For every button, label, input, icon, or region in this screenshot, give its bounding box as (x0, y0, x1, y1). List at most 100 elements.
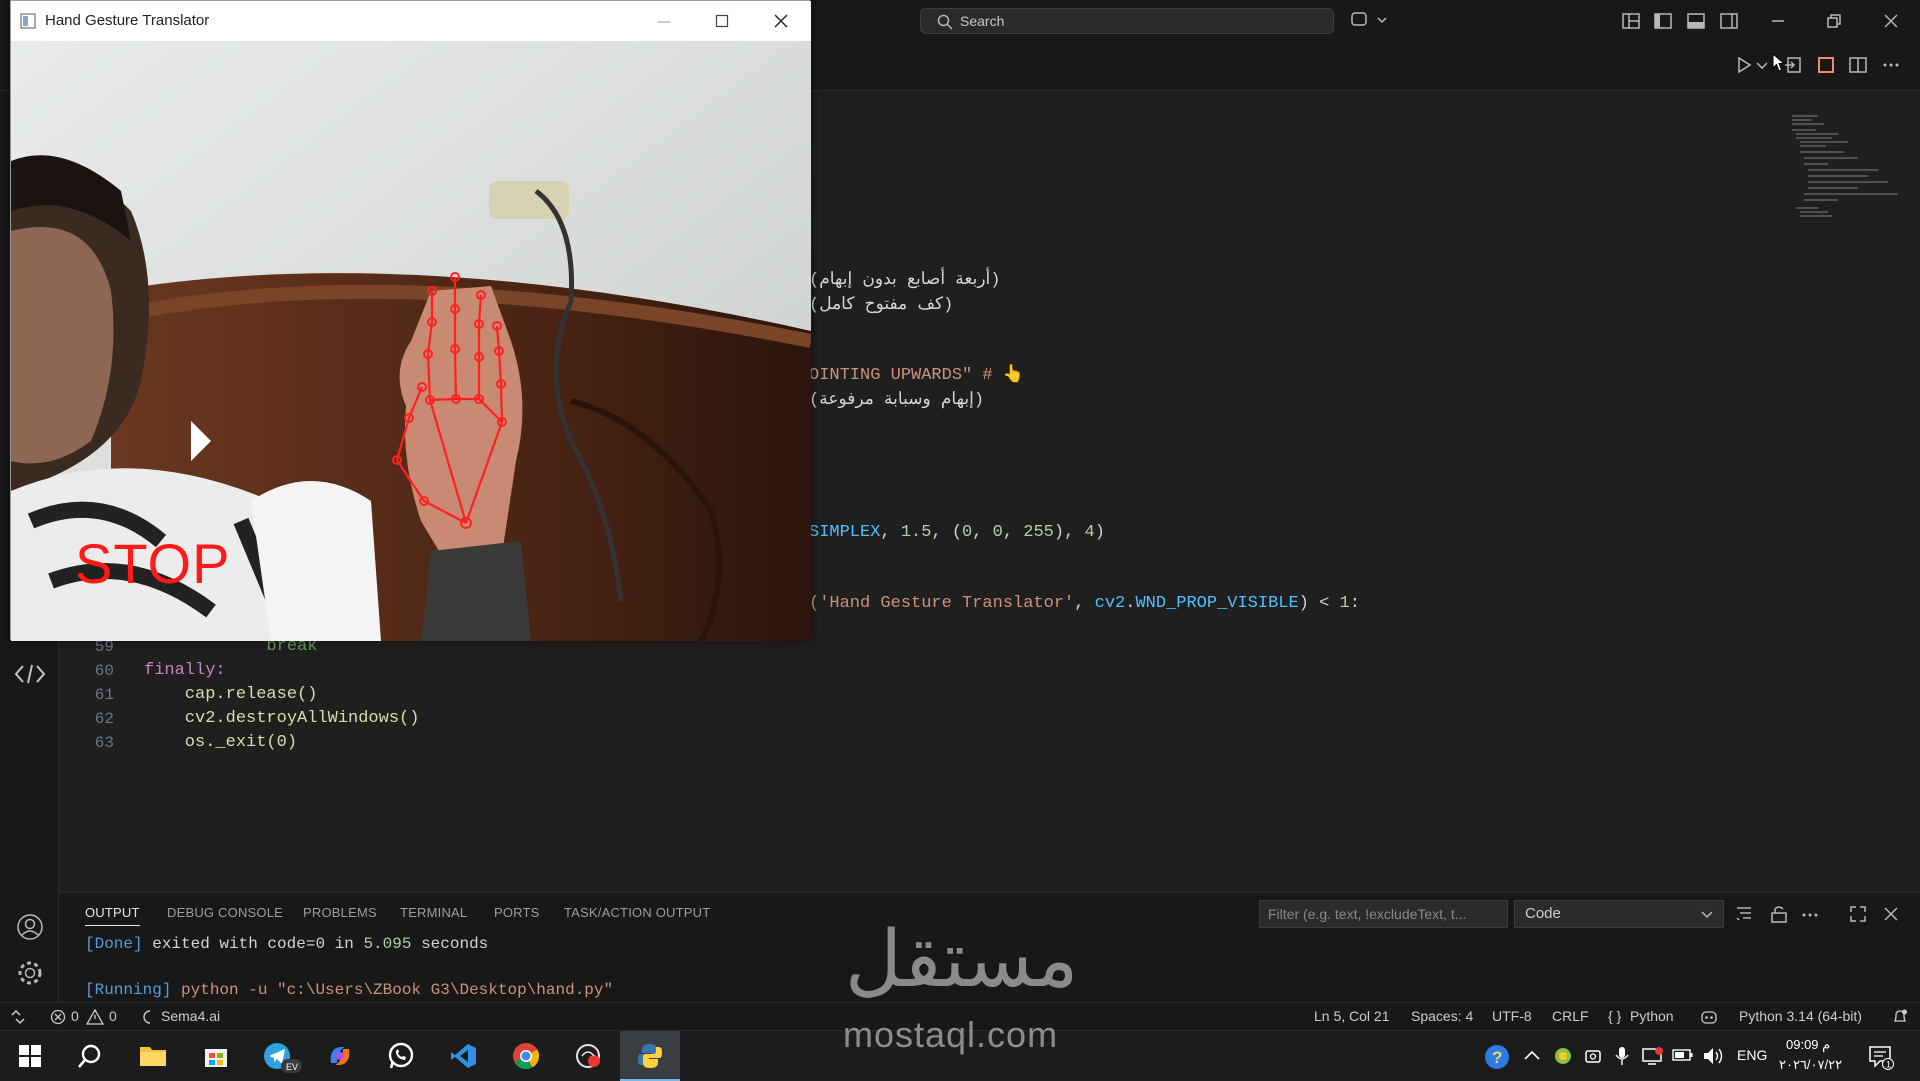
end-of-line[interactable]: CRLF (1552, 1008, 1589, 1024)
toggle-primary-sidebar-icon[interactable] (1654, 12, 1672, 30)
camera-close-icon[interactable] (774, 14, 788, 28)
folder-icon (140, 1047, 166, 1066)
remote-indicator-icon[interactable] (10, 1009, 26, 1025)
battery-icon[interactable] (1672, 1048, 1694, 1062)
search-icon (78, 1044, 101, 1068)
clock-time[interactable]: 09:09 م (1786, 1037, 1830, 1053)
output-line-running: [Running] python -u "c:\Users\ZBook G3\D… (85, 981, 614, 999)
copilot-icon[interactable] (1350, 10, 1388, 30)
panel-more-icon[interactable] (1801, 912, 1819, 918)
tab-task-action-output[interactable]: TASK/ACTION OUTPUT (564, 905, 710, 920)
braces-icon: { } (1608, 1008, 1622, 1024)
tab-output[interactable]: OUTPUT (85, 905, 140, 926)
customize-layout-icon[interactable] (1622, 12, 1640, 30)
vscode-icon (451, 1044, 476, 1068)
loading-spinner-icon (143, 1010, 151, 1024)
copilot-app-button[interactable] (316, 1031, 364, 1081)
lock-scroll-icon[interactable] (1769, 904, 1789, 924)
restore-icon[interactable] (1826, 13, 1842, 29)
indentation[interactable]: Spaces: 4 (1411, 1008, 1473, 1024)
help-icon[interactable]: ? (1484, 1044, 1510, 1070)
output-channel-select[interactable]: Code (1514, 900, 1724, 928)
minimap-preview (1792, 115, 1898, 217)
windows-logo-icon (19, 1045, 41, 1067)
hand-gesture-window[interactable]: Hand Gesture Translator STOP (10, 0, 811, 641)
run-python-file-icon[interactable] (1736, 56, 1752, 74)
code-fragment-arabic-3: (إبهام وسبابة مرفوعة) (809, 391, 985, 410)
output-filter-input[interactable]: Filter (e.g. text, !excludeText, t... (1259, 900, 1508, 928)
output-line-done: [Done] exited with code=0 in 5.095 secon… (85, 935, 489, 953)
more-actions-icon[interactable] (1882, 61, 1900, 69)
tab-debug-console[interactable]: DEBUG CONSOLE (167, 905, 283, 920)
code-fragment-arabic-2: (كف مفتوح كامل) (809, 296, 954, 315)
start-button[interactable] (6, 1031, 54, 1081)
svg-text:?: ? (1492, 1048, 1502, 1067)
camera-maximize-icon[interactable] (715, 14, 729, 28)
python-icon (638, 1044, 662, 1068)
python-app-button[interactable] (620, 1031, 680, 1081)
tab-ports[interactable]: PORTS (494, 905, 540, 920)
minimize-icon[interactable] (1770, 13, 1786, 29)
maximize-panel-icon[interactable] (1849, 905, 1867, 923)
whatsapp-icon (388, 1042, 414, 1069)
cursor-position[interactable]: Ln 5, Col 21 (1314, 1008, 1390, 1024)
code-view-icon[interactable] (14, 662, 46, 686)
chevron-down-icon (1701, 911, 1713, 919)
file-explorer-button[interactable] (129, 1031, 177, 1081)
clock-date[interactable]: ٢٠٢٦/٠٧/٢٢ (1779, 1057, 1842, 1073)
webcam-feed: STOP (11, 41, 811, 641)
taskbar-search-button[interactable] (66, 1031, 114, 1081)
store-icon (205, 1049, 227, 1067)
close-window-icon[interactable] (1883, 13, 1899, 29)
watermark-latin: mostaql.com (843, 1014, 1059, 1055)
notifications-bell-icon[interactable] (1892, 1008, 1908, 1026)
microphone-icon[interactable] (1614, 1046, 1630, 1066)
toggle-panel-icon[interactable] (1687, 12, 1705, 30)
settings-gear-icon[interactable] (16, 959, 44, 987)
output-channel-value: Code (1525, 905, 1561, 922)
whatsapp-button[interactable] (376, 1031, 424, 1081)
search-placeholder: Search (960, 13, 1005, 29)
input-language[interactable]: ENG (1737, 1047, 1767, 1063)
recorder-button[interactable] (563, 1031, 611, 1081)
tab-problems[interactable]: PROBLEMS (303, 905, 377, 920)
chrome-button[interactable] (501, 1031, 549, 1081)
gesture-label: STOP (75, 532, 231, 595)
warning-count[interactable]: 0 (109, 1008, 117, 1024)
camera-window-title: Hand Gesture Translator (45, 12, 210, 29)
language-mode[interactable]: Python (1630, 1008, 1674, 1024)
stop-icon[interactable] (1817, 56, 1835, 74)
code-fragment-arabic-1: (أربعة أصابع بدون إبهام) (809, 271, 1001, 290)
status-sema4ai[interactable]: Sema4.ai (161, 1008, 220, 1024)
camera-minimize-icon[interactable] (657, 15, 671, 29)
file-encoding[interactable]: UTF-8 (1492, 1008, 1532, 1024)
tray-app-icon[interactable] (1554, 1047, 1572, 1065)
camera-window-titlebar[interactable]: Hand Gesture Translator (11, 1, 811, 41)
copilot-app-icon (330, 1047, 350, 1065)
clear-output-icon[interactable] (1735, 905, 1755, 923)
python-interpreter[interactable]: Python 3.14 (64-bit) (1739, 1008, 1862, 1024)
show-hidden-icons-chevron-icon[interactable] (1524, 1049, 1540, 1061)
run-dropdown-chevron-icon[interactable] (1756, 61, 1768, 71)
open-changes-icon[interactable] (1784, 56, 1802, 74)
notification-center-icon[interactable]: 1 (1868, 1044, 1894, 1070)
copilot-status-icon[interactable] (1700, 1008, 1718, 1026)
vscode-button[interactable] (438, 1031, 486, 1081)
minimap[interactable] (1788, 112, 1908, 242)
error-count[interactable]: 0 (71, 1008, 79, 1024)
volume-icon[interactable] (1702, 1046, 1724, 1066)
command-center-search[interactable]: Search (920, 8, 1334, 34)
tab-terminal[interactable]: TERMINAL (400, 905, 467, 920)
split-editor-icon[interactable] (1849, 56, 1867, 74)
telegram-button[interactable]: EV (255, 1031, 307, 1081)
close-panel-icon[interactable] (1883, 906, 1899, 922)
watermark-arabic: مستقل (845, 915, 1079, 1005)
accounts-icon[interactable] (16, 913, 44, 941)
chrome-icon (513, 1043, 540, 1070)
toggle-secondary-sidebar-icon[interactable] (1720, 12, 1738, 30)
meet-now-icon[interactable] (1584, 1047, 1602, 1065)
error-icon (50, 1009, 66, 1025)
svg-text:1: 1 (1886, 1060, 1891, 1070)
microsoft-store-button[interactable] (192, 1031, 240, 1081)
network-icon[interactable] (1642, 1046, 1664, 1066)
